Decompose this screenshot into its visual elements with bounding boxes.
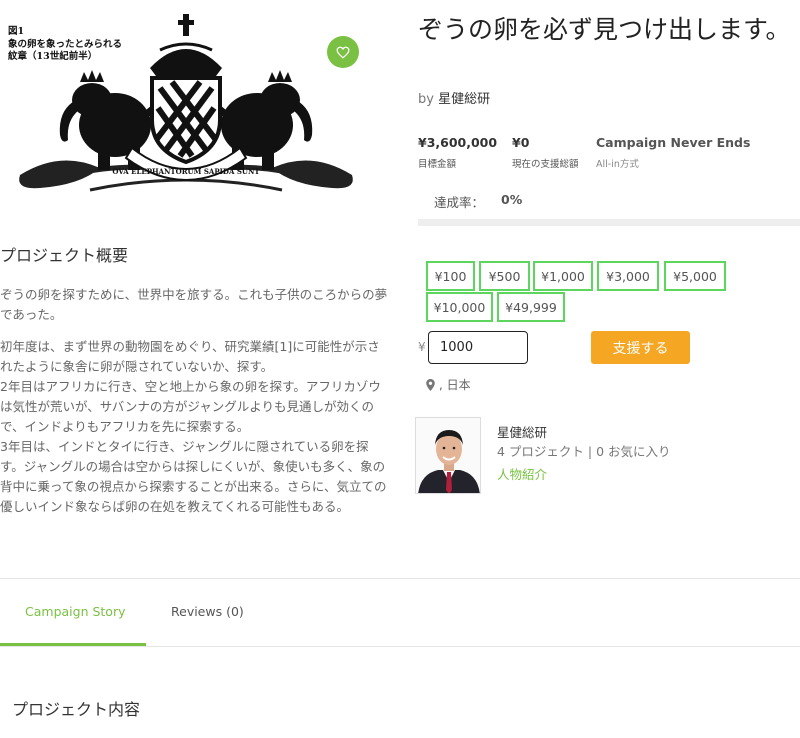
amount-button-3000[interactable]: ¥3,000 — [597, 261, 659, 291]
current-label: 現在の支援総額 — [512, 159, 579, 170]
funding-type-label: All-in方式 — [596, 159, 639, 170]
project-content-heading: プロジェクト内容 — [12, 700, 141, 719]
caption-line: 紋章（13世紀前半） — [8, 51, 98, 62]
favorite-button[interactable] — [327, 36, 359, 68]
project-hero-image: OVA ELEPHANTORUM SAPIDA SUNT 図1 象の卵を象ったと… — [0, 0, 372, 205]
pledge-amount-input[interactable] — [428, 331, 528, 364]
banner-motto: OVA ELEPHANTORUM SAPIDA SUNT — [112, 167, 260, 176]
map-pin-icon — [426, 378, 435, 391]
project-title: ぞうの卵を必ず見つけ出します。 — [418, 15, 791, 44]
amount-button-49999[interactable]: ¥49,999 — [497, 292, 565, 322]
achievement-rate-value: 0% — [501, 192, 523, 207]
summary-line-second-year: 2年目はアフリカに行き、空と地上から象の卵を探す。アフリカゾウは気性が荒いが、サ… — [0, 379, 381, 434]
tabs-bottom-divider — [0, 646, 800, 647]
campaign-end-text: Campaign Never Ends — [596, 135, 751, 150]
tab-campaign-story[interactable]: Campaign Story — [25, 604, 125, 619]
goal-label: 目標金額 — [418, 159, 457, 170]
project-byline: by 星健総研 — [418, 88, 490, 107]
location-text: , 日本 — [439, 378, 471, 392]
creator-stats: 4 プロジェクト | 0 お気に入り — [497, 444, 671, 459]
current-stat: ¥0 現在の支援総額 — [512, 135, 579, 170]
creator-profile-link[interactable]: 人物紹介 — [497, 464, 547, 483]
creator-name[interactable]: 星健総研 — [497, 422, 547, 441]
amount-button-5000[interactable]: ¥5,000 — [664, 261, 726, 291]
amount-button-10000[interactable]: ¥10,000 — [426, 292, 493, 322]
summary-body: ぞうの卵を探すために、世界中を旅する。これも子供のころからの夢であった。 初年度… — [0, 285, 392, 517]
heart-icon — [336, 46, 350, 59]
author-link[interactable]: 星健総研 — [438, 92, 490, 107]
caption-line: 図1 — [8, 26, 25, 37]
current-amount: ¥0 — [512, 135, 530, 150]
amount-button-500[interactable]: ¥500 — [479, 261, 530, 291]
amount-button-100[interactable]: ¥100 — [426, 261, 475, 291]
achievement-rate-label: 達成率： — [434, 195, 485, 210]
image-caption: 図1 象の卵を象ったとみられる 紋章（13世紀前半） — [8, 26, 122, 64]
summary-paragraph: ぞうの卵を探すために、世界中を旅する。これも子供のころからの夢であった。 — [0, 287, 388, 322]
summary-line-first-year: 初年度は、まず世界の動物園をめぐり、研究業績[1]に可能性が示されたように象舎に… — [0, 339, 380, 374]
summary-line-third-year: 3年目は、インドとタイに行き、ジャングルに隠されている卵を探す。ジャングルの場合… — [0, 439, 387, 514]
funding-progress-bar — [418, 219, 800, 226]
tabs-top-divider — [0, 578, 800, 579]
by-label: by — [418, 92, 434, 107]
campaign-end-stat: Campaign Never Ends All-in方式 — [596, 135, 750, 170]
project-location: , 日本 — [426, 376, 471, 393]
creator-avatar[interactable] — [415, 417, 481, 494]
support-button[interactable]: 支援する — [591, 331, 690, 364]
currency-symbol: ¥ — [418, 340, 426, 354]
tab-reviews[interactable]: Reviews (0) — [171, 604, 244, 619]
summary-heading: プロジェクト概要 — [0, 246, 129, 265]
goal-amount: ¥3,600,000 — [418, 135, 498, 150]
creator-photo — [416, 418, 480, 493]
caption-line: 象の卵を象ったとみられる — [8, 38, 123, 50]
amount-button-1000[interactable]: ¥1,000 — [533, 261, 593, 291]
goal-stat: ¥3,600,000 目標金額 — [418, 135, 497, 170]
